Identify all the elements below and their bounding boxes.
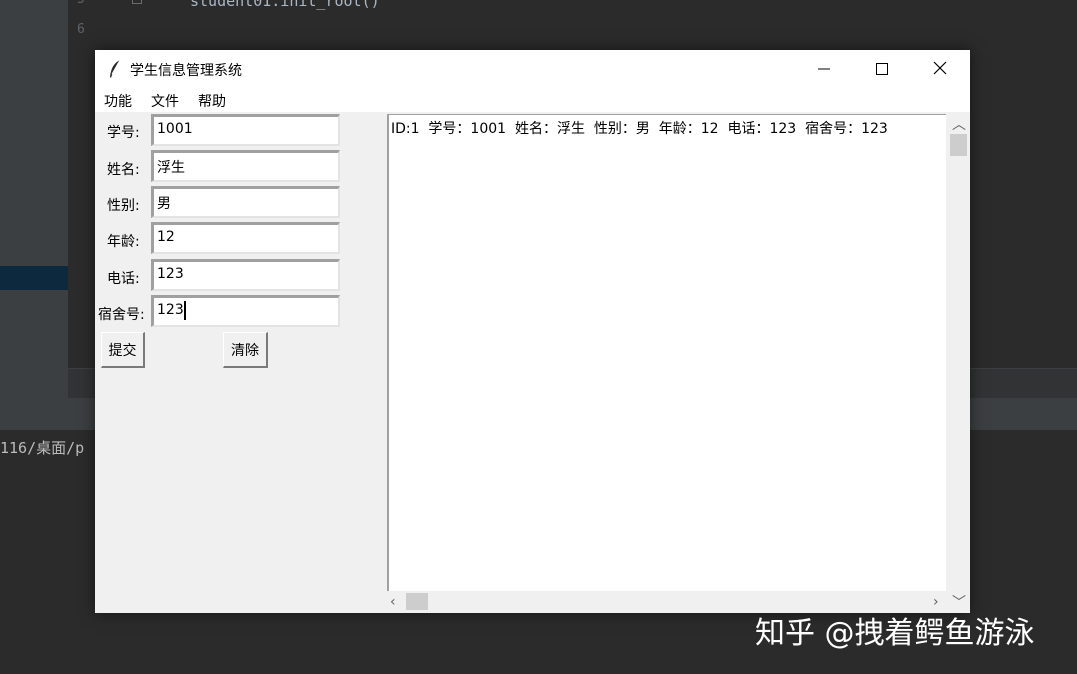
output-text-area[interactable]: ID:1 学号：1001 姓名：浮生 性别：男 年龄：12 电话：123 宿舍号… — [387, 114, 946, 591]
gender-label: 性别: — [107, 198, 140, 214]
student-id-label: 学号: — [107, 125, 140, 141]
app-window: 学生信息管理系统 功能 文件 帮助 学号: 1001 姓名: 浮生 性别: 男 — [95, 50, 970, 613]
gender-input[interactable]: 男 — [151, 186, 340, 218]
clear-button[interactable]: 清除 — [223, 332, 268, 368]
window-title: 学生信息管理系统 — [130, 63, 242, 79]
ide-project-panel — [0, 0, 68, 398]
submit-button[interactable]: 提交 — [101, 332, 145, 368]
phone-label: 电话: — [107, 271, 140, 287]
dorm-label: 宿舍号: — [98, 307, 145, 323]
name-label: 姓名: — [107, 162, 140, 178]
name-value: 浮生 — [157, 160, 185, 176]
gender-value: 男 — [157, 196, 171, 212]
phone-value: 123 — [157, 266, 184, 282]
ide-code-line: student01.init_root() — [190, 0, 380, 10]
dorm-input[interactable]: 123 — [151, 295, 340, 327]
vertical-scrollbar[interactable] — [948, 114, 968, 591]
menu-help[interactable]: 帮助 — [198, 91, 226, 111]
text-caret — [184, 301, 186, 320]
menu-file[interactable]: 文件 — [151, 91, 179, 111]
watermark: 知乎 @拽着鳄鱼游泳 — [755, 616, 1035, 651]
ide-line-number: 5 — [77, 0, 85, 7]
maximize-button[interactable] — [853, 50, 911, 88]
ide-selected-row — [0, 266, 68, 290]
minimize-button[interactable] — [795, 50, 853, 88]
student-id-value: 1001 — [157, 121, 193, 137]
feather-icon — [108, 59, 122, 79]
phone-input[interactable]: 123 — [151, 259, 340, 291]
scroll-right-icon[interactable]: › — [933, 595, 939, 609]
name-input[interactable]: 浮生 — [151, 150, 340, 182]
minimize-icon — [818, 60, 830, 79]
scroll-left-icon[interactable]: ‹ — [390, 595, 396, 609]
age-label: 年龄: — [107, 234, 140, 250]
student-id-input[interactable]: 1001 — [151, 114, 340, 146]
ide-terminal-text: 116/桌面/p — [0, 439, 85, 457]
horizontal-scroll-thumb[interactable] — [406, 593, 428, 610]
vertical-scroll-thumb[interactable] — [950, 134, 967, 156]
close-icon — [933, 60, 947, 79]
output-line: ID:1 学号：1001 姓名：浮生 性别：男 年龄：12 电话：123 宿舍号… — [391, 121, 888, 137]
scroll-up-icon[interactable]: ︿ — [952, 118, 966, 132]
dorm-value: 123 — [157, 302, 184, 318]
ide-line-number: 6 — [77, 22, 85, 37]
age-input[interactable]: 12 — [151, 222, 340, 254]
menu-bar: 功能 文件 帮助 — [95, 88, 970, 112]
menu-function[interactable]: 功能 — [104, 91, 132, 111]
title-bar[interactable]: 学生信息管理系统 — [95, 50, 970, 88]
close-button[interactable] — [911, 50, 969, 88]
fold-icon[interactable] — [132, 0, 142, 4]
maximize-icon — [876, 60, 888, 79]
age-value: 12 — [157, 229, 175, 245]
